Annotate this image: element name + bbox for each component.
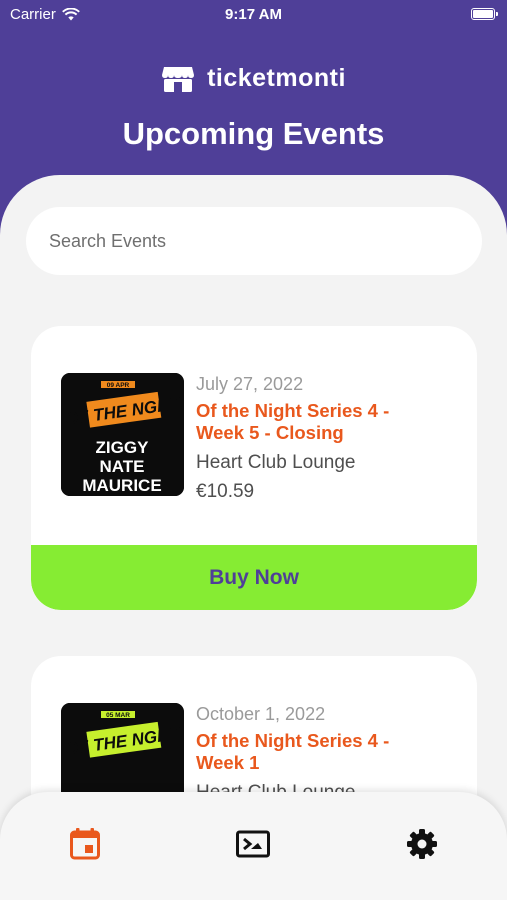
battery-icon (471, 8, 498, 20)
poster-artwork: 09 APR OF THE NGHT. ZIGGY NATE MAURICE (61, 373, 184, 496)
event-date: October 1, 2022 (196, 704, 326, 724)
event-info: July 27, 2022 Of the Night Series 4 - We… (196, 373, 466, 504)
event-venue: Heart Club Lounge (196, 452, 356, 473)
event-title-line-1: Of the Night Series 4 - (196, 730, 390, 751)
status-time: 9:17 AM (225, 6, 282, 23)
poster-name-1: ZIGGY (96, 438, 150, 457)
poster-date: 09 APR (107, 382, 130, 389)
event-price: €10.59 (196, 481, 255, 502)
calendar-icon (70, 828, 100, 860)
event-title-line-2: Week 1 (196, 752, 260, 773)
event-title-line-1: Of the Night Series 4 - (196, 400, 390, 421)
poster-name-3: MAURICE (82, 476, 161, 495)
tab-events[interactable] (67, 826, 103, 862)
tab-settings[interactable] (404, 826, 440, 862)
page-title: Upcoming Events (122, 116, 385, 151)
gear-icon (407, 829, 437, 859)
poster-date: 05 MAR (106, 712, 130, 719)
ticket-icon (236, 830, 270, 858)
storefront-icon (162, 66, 195, 92)
event-date: July 27, 2022 (196, 374, 304, 394)
brand-logo: ticketmonti (0, 64, 507, 93)
tab-bar (0, 792, 507, 900)
brand-name: ticketmonti (207, 64, 346, 92)
event-title-line-2: Week 5 - Closing (196, 422, 344, 443)
event-title[interactable]: Of the Night Series 4 - Week 5 - Closing (196, 400, 466, 444)
poster-name-2: NATE (99, 457, 144, 476)
buy-now-button[interactable]: Buy Now (31, 545, 477, 610)
tab-tickets[interactable] (235, 826, 271, 862)
event-info: October 1, 2022 Of the Night Series 4 - … (196, 703, 466, 805)
event-title[interactable]: Of the Night Series 4 - Week 1 (196, 730, 466, 774)
event-card[interactable]: 09 APR OF THE NGHT. ZIGGY NATE MAURICE J… (31, 326, 477, 610)
search-input[interactable] (26, 207, 482, 275)
status-bar: Carrier 9:17 AM (0, 0, 507, 30)
event-poster-image: 09 APR OF THE NGHT. ZIGGY NATE MAURICE (61, 373, 184, 496)
